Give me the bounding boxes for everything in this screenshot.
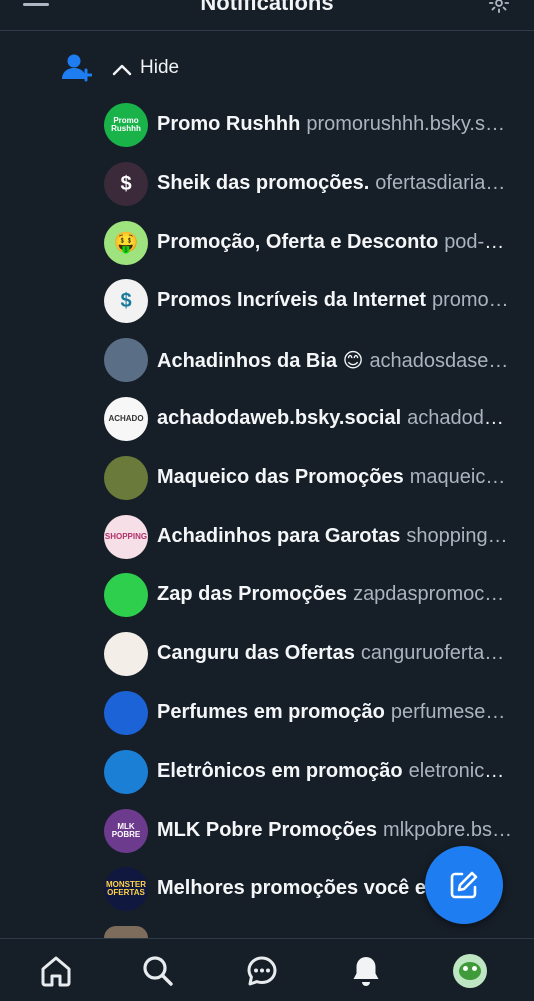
account-names: MLK Pobre Promoções mlkpobre.bs… xyxy=(157,819,514,842)
display-name[interactable]: MLK Pobre Promoções xyxy=(157,819,377,841)
handle: maqueic… xyxy=(409,465,506,488)
list-item[interactable]: $ Sheik das promoções. ofertasdiaria… xyxy=(0,155,534,213)
list-item[interactable]: Canguru das Ofertas canguruoferta… xyxy=(0,625,534,683)
account-names: Achadinhos para Garotas shopping… xyxy=(157,525,514,548)
tab-profile[interactable] xyxy=(450,951,490,991)
list-item[interactable]: Maqueico das Promoções maqueic… xyxy=(0,449,534,507)
avatar[interactable]: MONSTER OFERTAS xyxy=(104,867,148,912)
compose-button[interactable] xyxy=(425,846,503,924)
avatar[interactable]: $ xyxy=(104,161,148,206)
avatar xyxy=(104,926,148,938)
follow-group-header: Hide xyxy=(62,48,179,88)
gear-icon[interactable] xyxy=(488,0,510,14)
display-name[interactable]: Promo Rushhh xyxy=(157,113,300,135)
list-item[interactable]: SHOPPING Achadinhos para Garotas shopping… xyxy=(0,508,534,566)
tab-messages[interactable] xyxy=(242,951,282,991)
avatar[interactable]: Promo Rushhh xyxy=(104,103,148,147)
avatar-text: ACHADO xyxy=(108,414,144,423)
list-item[interactable]: Perfumes em promoção perfumese… xyxy=(0,684,534,742)
chevron-up-icon[interactable] xyxy=(112,62,132,76)
avatar xyxy=(453,954,487,988)
display-name[interactable]: Promos Incríveis da Internet xyxy=(157,289,426,311)
handle: zapdaspromoc… xyxy=(353,583,505,606)
avatar-text: MLK POBRE xyxy=(111,821,141,839)
handle: eletronico… xyxy=(408,759,514,782)
add-user-icon xyxy=(62,54,92,82)
account-names: Promoção, Oferta e Desconto pod-o… xyxy=(157,231,514,254)
chat-bubble-icon xyxy=(247,956,277,986)
account-names: Eletrônicos em promoção eletronico… xyxy=(157,760,514,783)
avatar-text: 🤑 xyxy=(113,231,139,254)
handle: promo… xyxy=(431,289,509,312)
handle: canguruoferta… xyxy=(360,642,505,665)
tab-search[interactable] xyxy=(138,951,178,991)
handle: achadoda… xyxy=(407,407,514,429)
display-name[interactable]: Maqueico das Promoções xyxy=(157,466,404,488)
account-names: Sheik das promoções. ofertasdiaria… xyxy=(157,172,514,195)
bell-icon xyxy=(353,957,379,986)
avatar[interactable] xyxy=(104,455,148,500)
bottom-tab-bar xyxy=(0,938,534,1001)
tab-notifications[interactable] xyxy=(346,951,386,991)
top-bar: Notifications xyxy=(0,0,534,31)
avatar[interactable] xyxy=(104,632,148,677)
account-names: Promos Incríveis da Internet promo… xyxy=(157,289,514,312)
list-item[interactable]: $ Promos Incríveis da Internet promo… xyxy=(0,272,534,330)
account-names: Maqueico das Promoções maqueic… xyxy=(157,466,514,489)
handle: mlkpobre.bs… xyxy=(383,818,512,841)
avatar[interactable] xyxy=(104,338,148,383)
account-names: Canguru das Ofertas canguruoferta… xyxy=(157,642,514,665)
display-name[interactable]: Sheik das promoções. xyxy=(157,172,369,194)
display-name[interactable]: Achadinhos da Bia 😊 xyxy=(157,350,363,372)
avatar-text: SHOPPING xyxy=(104,531,148,541)
handle: perfumese… xyxy=(390,701,506,723)
avatar-text: $ xyxy=(120,172,132,195)
avatar-text: $ xyxy=(120,290,132,313)
account-names: Promo Rushhh promorushhh.bsky.s… xyxy=(157,113,514,136)
compose-icon xyxy=(450,871,478,899)
handle: pod-o… xyxy=(444,230,514,253)
list-item[interactable]: Eletrônicos em promoção eletronico… xyxy=(0,743,534,801)
list-item[interactable]: Achadinhos da Bia 😊 achadosdase… xyxy=(0,331,534,389)
list-item[interactable]: Zap das Promoções zapdaspromoc… xyxy=(0,566,534,624)
handle: achadosdase… xyxy=(369,350,509,373)
display-name[interactable]: Melhores promoções você e… xyxy=(157,877,446,899)
search-icon xyxy=(143,956,173,986)
page-title: Notifications xyxy=(200,0,334,15)
list-item[interactable]: ACHADO achadodaweb.bsky.social achadoda… xyxy=(0,390,534,448)
avatar[interactable]: ACHADO xyxy=(104,397,148,441)
avatar-text: Promo Rushhh xyxy=(111,116,141,133)
avatar[interactable]: MLK POBRE xyxy=(104,808,148,853)
handle: ofertasdiaria… xyxy=(375,171,506,194)
display-name[interactable]: Canguru das Ofertas xyxy=(157,642,355,664)
account-names: Achadinhos da Bia 😊 achadosdase… xyxy=(157,348,514,373)
avatar[interactable] xyxy=(104,691,148,735)
account-names: Zap das Promoções zapdaspromoc… xyxy=(157,583,514,606)
list-item[interactable]: Promo Rushhh Promo Rushhh promorushhh.bsky… xyxy=(0,96,534,154)
home-icon xyxy=(41,956,71,987)
display-name[interactable]: Eletrônicos em promoção xyxy=(157,760,403,782)
handle: shopping… xyxy=(406,524,508,547)
display-name[interactable]: Achadinhos para Garotas xyxy=(157,525,400,547)
display-name[interactable]: Promoção, Oferta e Desconto xyxy=(157,231,438,253)
avatar[interactable]: 🤑 xyxy=(104,220,148,265)
avatar[interactable] xyxy=(104,749,148,794)
list-item[interactable]: 🤑 Promoção, Oferta e Desconto pod-o… xyxy=(0,214,534,272)
avatar-text: MONSTER OFERTAS xyxy=(106,880,146,898)
display-name[interactable]: Zap das Promoções xyxy=(157,583,347,605)
avatar[interactable]: $ xyxy=(104,279,148,324)
account-names: Perfumes em promoção perfumese… xyxy=(157,701,514,724)
avatar[interactable]: SHOPPING xyxy=(104,514,148,559)
display-name[interactable]: Perfumes em promoção xyxy=(157,701,385,723)
avatar[interactable] xyxy=(104,573,148,618)
account-names: achadodaweb.bsky.social achadoda… xyxy=(157,407,514,430)
hide-button[interactable]: Hide xyxy=(140,57,179,79)
tab-home[interactable] xyxy=(36,951,76,991)
display-name[interactable]: achadodaweb.bsky.social xyxy=(157,407,401,429)
handle: promorushhh.bsky.s… xyxy=(306,113,505,135)
